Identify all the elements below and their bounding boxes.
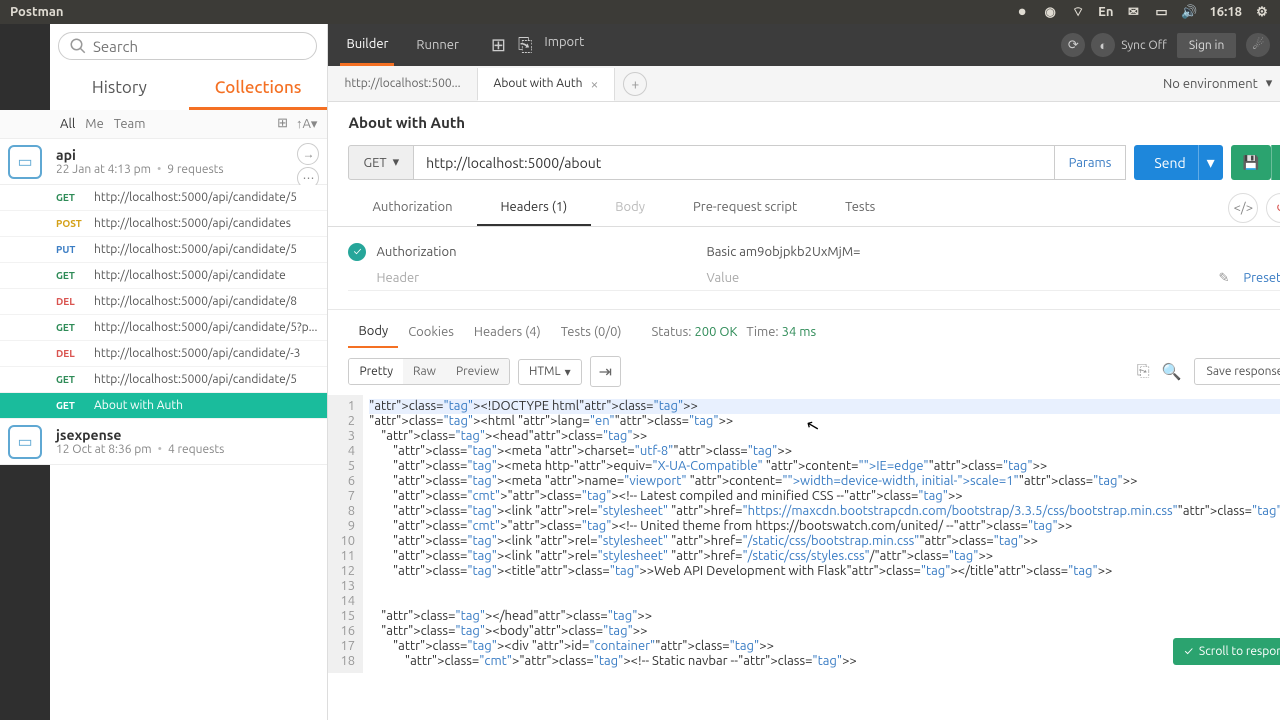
chevron-down-icon: ▾ — [565, 365, 571, 379]
edit-icon[interactable]: ✎ — [1218, 271, 1229, 286]
wrap-toggle[interactable]: ⇥ — [590, 356, 621, 387]
url-input[interactable] — [414, 145, 1054, 180]
import-icon[interactable]: ⎘ — [518, 35, 532, 56]
lang-indicator[interactable]: En — [1098, 5, 1113, 19]
scroll-to-response[interactable]: Scroll to respons — [1173, 638, 1280, 665]
header-key-input[interactable]: Header — [376, 271, 706, 286]
request-item[interactable]: GEThttp://localhost:5000/api/candidate/5… — [0, 315, 327, 341]
record-icon[interactable]: ⏺ — [1014, 4, 1030, 20]
method-select[interactable]: GET ▾ — [348, 145, 414, 180]
request-tab[interactable]: About with Auth× — [478, 68, 616, 101]
wifi-icon[interactable]: ⌔ — [1070, 4, 1086, 20]
volume-icon[interactable]: 🔊 — [1181, 4, 1197, 20]
params-button[interactable]: Params — [1055, 145, 1127, 180]
request-tab[interactable]: http://localhost:500... — [328, 68, 477, 100]
gear-icon[interactable]: ⚙ — [1254, 4, 1270, 20]
tab-history[interactable]: History — [50, 68, 189, 110]
tab-runner[interactable]: Runner — [410, 26, 464, 64]
folder-icon: ▭ — [8, 425, 42, 459]
search-input[interactable] — [93, 38, 306, 55]
copy-icon[interactable]: ⎘ — [1137, 362, 1150, 381]
request-item[interactable]: GEThttp://localhost:5000/api/candidate/5 — [0, 367, 327, 393]
search-box[interactable] — [58, 32, 317, 60]
send-button[interactable]: Send — [1134, 145, 1205, 180]
chevron-down-icon[interactable]: ▾ — [1266, 76, 1273, 91]
add-tab-button[interactable]: + — [623, 72, 647, 96]
cfg-tab-pre[interactable]: Pre-request script — [669, 190, 821, 226]
resp-tab-cookies[interactable]: Cookies — [398, 317, 464, 347]
save-dropdown[interactable]: ▾ — [1271, 145, 1280, 180]
app-name: Postman — [10, 5, 63, 19]
sync-toggle[interactable]: ⟳ ◐ Sync Off — [1061, 33, 1167, 57]
filter-team[interactable]: Team — [114, 117, 146, 131]
request-tabs: http://localhost:500...About with Auth× … — [328, 66, 1280, 102]
request-item[interactable]: DELhttp://localhost:5000/api/candidate/8 — [0, 289, 327, 315]
collection-header[interactable]: ▭ api 22 Jan at 4:13 pm•9 requests→⋯ — [0, 139, 327, 185]
cfg-tab-auth[interactable]: Authorization — [348, 190, 476, 226]
app-topbar: Builder Runner ⊞ ⎘ Import ⟳ ◐ Sync Off S… — [328, 24, 1280, 66]
request-name: About with Auth — [328, 102, 1280, 135]
save-button[interactable]: 💾 — [1231, 145, 1272, 180]
filter-me[interactable]: Me — [85, 117, 103, 131]
header-value-input[interactable]: Value — [706, 271, 1218, 286]
user-avatar-icon: ◐ — [1091, 33, 1115, 57]
code-icon[interactable]: </> — [1228, 193, 1258, 223]
presets-dropdown[interactable]: Presets ▾ — [1243, 271, 1280, 286]
header-key[interactable]: Authorization — [376, 245, 706, 259]
search-response-icon[interactable]: 🔍 — [1162, 362, 1182, 381]
reset-icon[interactable]: ↺ — [1266, 193, 1280, 223]
view-raw[interactable]: Raw — [403, 359, 446, 384]
tab-collections[interactable]: Collections — [189, 68, 328, 110]
view-mode-segment[interactable]: Pretty Raw Preview — [348, 358, 510, 385]
environment-select[interactable]: No environment — [1163, 77, 1258, 91]
search-icon — [69, 37, 87, 55]
filter-all[interactable]: All — [60, 117, 75, 131]
request-item[interactable]: GEThttp://localhost:5000/api/candidate — [0, 263, 327, 289]
request-item[interactable]: DELhttp://localhost:5000/api/candidate/-… — [0, 341, 327, 367]
os-titlebar: Postman ⏺ ◉ ⌔ En ✉ ▭ 🔊 16:18 ⚙ — [0, 0, 1280, 24]
chevron-down-icon: ▾ — [393, 155, 400, 170]
request-item[interactable]: PUThttp://localhost:5000/api/candidate/5 — [0, 237, 327, 263]
clock[interactable]: 16:18 — [1209, 5, 1242, 19]
new-window-icon[interactable]: ⊞ — [491, 35, 506, 56]
main-panel: Builder Runner ⊞ ⎘ Import ⟳ ◐ Sync Off S… — [328, 24, 1280, 720]
close-icon[interactable]: × — [590, 76, 598, 92]
cfg-tab-body[interactable]: Body — [591, 190, 669, 226]
system-tray: ⏺ ◉ ⌔ En ✉ ▭ 🔊 16:18 ⚙ — [1014, 4, 1270, 20]
signin-button[interactable]: Sign in — [1177, 33, 1236, 58]
mail-icon[interactable]: ✉ — [1125, 4, 1141, 20]
battery-icon[interactable]: ▭ — [1153, 4, 1169, 20]
view-preview[interactable]: Preview — [446, 359, 509, 384]
header-value[interactable]: Basic am9objpkb2UxMjM= — [706, 245, 1280, 259]
cfg-tab-tests[interactable]: Tests — [821, 190, 899, 226]
response-body[interactable]: 123456789101112131415161718 "attr">class… — [328, 395, 1280, 673]
cfg-tab-headers[interactable]: Headers (1) — [477, 190, 592, 226]
header-enabled-check[interactable]: ✓ — [348, 243, 366, 261]
collection-header[interactable]: ▭ jsexpense 12 Oct at 8:36 pm•4 requests — [0, 419, 327, 465]
chrome-icon[interactable]: ◉ — [1042, 4, 1058, 20]
sidebar: History Collections All Me Team ⊞ ↑A▾ ▭ … — [0, 24, 328, 720]
send-dropdown[interactable]: ▾ — [1198, 145, 1223, 180]
notifications-icon[interactable]: ☄ — [1246, 33, 1270, 57]
add-collection-icon[interactable]: ⊞ — [277, 116, 288, 132]
sort-icon[interactable]: ↑A▾ — [296, 116, 317, 132]
tab-builder[interactable]: Builder — [340, 25, 394, 66]
sync-status-icon: ⟳ — [1061, 33, 1085, 57]
response-status: Status: 200 OK Time: 34 ms — [652, 325, 817, 339]
request-item[interactable]: POSThttp://localhost:5000/api/candidates — [0, 211, 327, 237]
view-pretty[interactable]: Pretty — [349, 359, 403, 384]
import-label[interactable]: Import — [544, 35, 584, 56]
share-icon[interactable]: → — [297, 143, 319, 165]
request-item[interactable]: GETAbout with Auth — [0, 393, 327, 419]
resp-tab-body[interactable]: Body — [348, 316, 398, 348]
folder-icon: ▭ — [8, 145, 42, 179]
save-response-button[interactable]: Save response — [1194, 358, 1280, 385]
request-item[interactable]: GEThttp://localhost:5000/api/candidate/5 — [0, 185, 327, 211]
resp-tab-tests[interactable]: Tests (0/0) — [551, 317, 632, 347]
format-select[interactable]: HTML▾ — [518, 359, 582, 385]
resp-tab-headers[interactable]: Headers (4) — [464, 317, 551, 347]
